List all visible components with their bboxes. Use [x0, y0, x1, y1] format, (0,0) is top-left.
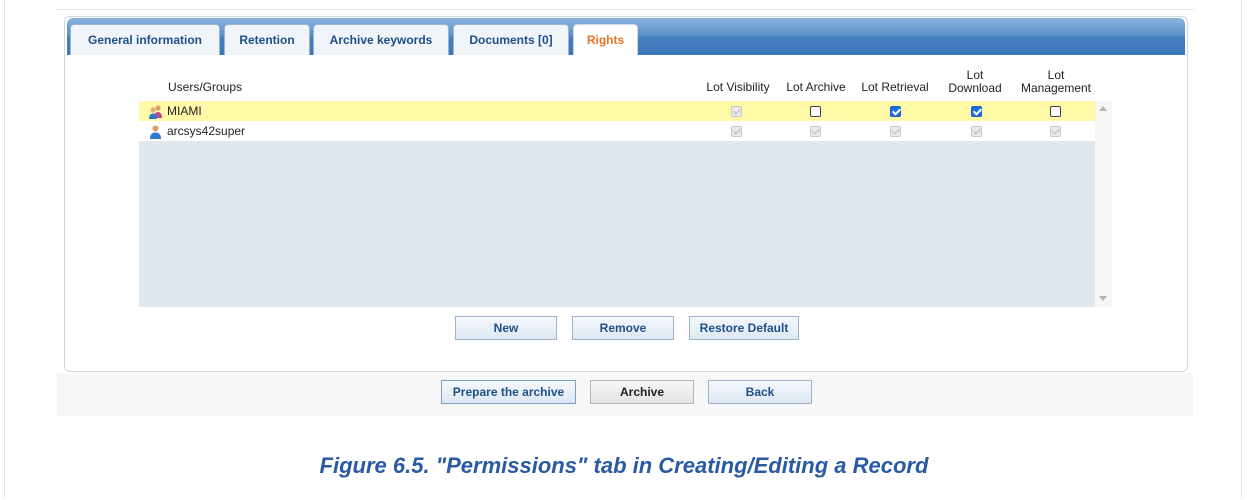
prepare-archive-button[interactable]: Prepare the archive [441, 380, 576, 404]
column-header-users: Users/Groups [168, 80, 243, 94]
column-header-management-line2: Management [1020, 81, 1092, 95]
figure-caption: Figure 6.5. "Permissions" tab in Creatin… [319, 453, 929, 478]
miami-management-checkbox[interactable] [1050, 106, 1061, 117]
new-button[interactable]: New [455, 316, 557, 340]
tab-general-information[interactable]: General information [70, 24, 220, 55]
miami-visibility-checkbox [731, 106, 742, 117]
table-row-miami[interactable]: MIAMI [139, 101, 1095, 121]
group-icon [149, 105, 162, 119]
scroll-down-icon[interactable] [1099, 296, 1107, 301]
miami-retrieval-checkbox[interactable] [890, 106, 901, 117]
tab-retention[interactable]: Retention [224, 24, 310, 55]
scroll-up-icon[interactable] [1099, 106, 1107, 111]
column-header-download-line2: Download [948, 81, 1002, 95]
column-header-visibility: Lot Visibility [706, 80, 770, 94]
archive-button[interactable]: Archive [590, 380, 694, 404]
column-header-management: Lot Management [1013, 69, 1099, 95]
top-divider [55, 9, 1195, 10]
back-button[interactable]: Back [708, 380, 812, 404]
arcsys-archive-checkbox [810, 126, 821, 137]
tab-archive-keywords[interactable]: Archive keywords [313, 24, 449, 55]
restore-default-button[interactable]: Restore Default [689, 316, 799, 340]
arcsys-visibility-checkbox [731, 126, 742, 137]
arcsys-retrieval-checkbox [890, 126, 901, 137]
miami-archive-checkbox[interactable] [810, 106, 821, 117]
remove-button[interactable]: Remove [572, 316, 674, 340]
column-header-archive: Lot Archive [786, 80, 846, 94]
tab-documents[interactable]: Documents [0] [453, 24, 569, 55]
tab-rights[interactable]: Rights [573, 24, 638, 56]
grid-scrollbar[interactable] [1095, 101, 1112, 307]
column-header-download: Lot Download [940, 69, 1010, 95]
column-header-retrieval: Lot Retrieval [861, 80, 929, 94]
row-name: arcsys42super [167, 124, 246, 138]
user-icon [150, 125, 161, 139]
table-row-arcsys42super[interactable]: arcsys42super [139, 121, 1095, 141]
arcsys-download-checkbox [971, 126, 982, 137]
row-name: MIAMI [167, 104, 202, 118]
arcsys-management-checkbox [1050, 126, 1061, 137]
miami-download-checkbox[interactable] [971, 106, 982, 117]
